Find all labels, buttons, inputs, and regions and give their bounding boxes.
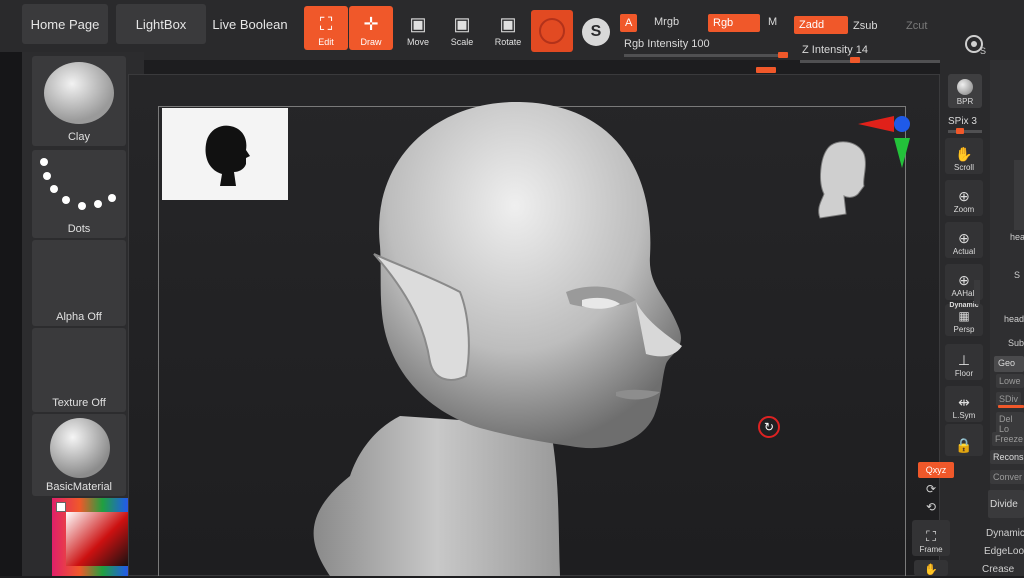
silhouette-thumbnail[interactable]: [162, 108, 288, 200]
move-view-button[interactable]: ✋: [914, 560, 948, 576]
spix-slider[interactable]: [948, 130, 982, 133]
clay-brush-icon: [44, 62, 114, 124]
zoom-icon: ⊕: [958, 188, 970, 204]
symmetry-icon: ⇹: [958, 394, 970, 410]
scale-button[interactable]: ▣ Scale: [440, 6, 484, 50]
color-square[interactable]: [66, 512, 130, 566]
rotate-icon: ▣: [499, 14, 517, 34]
bpr-button[interactable]: BPR: [948, 74, 982, 108]
spix-knob[interactable]: [956, 128, 964, 134]
svg-text:S: S: [980, 46, 986, 56]
local-symmetry-button[interactable]: ⇹ L.Sym: [945, 386, 983, 422]
rgb-intensity-knob[interactable]: [778, 52, 788, 58]
material-sphere-icon: [50, 418, 110, 478]
m-toggle[interactable]: M: [768, 16, 777, 28]
rgb-intensity-slider[interactable]: [624, 54, 786, 57]
rgb-toggle[interactable]: Rgb: [708, 14, 760, 32]
geometry-section[interactable]: Geo: [994, 356, 1024, 372]
actual-icon: ⊕: [958, 230, 970, 246]
move-button[interactable]: ▣ Move: [396, 6, 440, 50]
sdiv-slider[interactable]: SDiv: [996, 392, 1022, 406]
sphere-icon: [539, 18, 565, 44]
texture-selector[interactable]: Texture Off: [32, 328, 126, 412]
stroke-selector[interactable]: Dots: [32, 150, 126, 238]
lower-res-button[interactable]: Lowe: [996, 374, 1024, 388]
crease-label[interactable]: Crease: [982, 564, 1014, 575]
axis-gizmo-icon[interactable]: [858, 112, 914, 172]
persp-button[interactable]: Dynamic ▦ Persp: [945, 302, 983, 336]
frame-button[interactable]: ⛶ Frame: [912, 520, 950, 556]
palette-scroll-button[interactable]: [1014, 160, 1024, 230]
dots-stroke-icon: [40, 158, 116, 210]
draw-button[interactable]: ✛ Draw: [349, 6, 393, 50]
brush-size-knob[interactable]: [756, 67, 776, 73]
home-page-button[interactable]: Home Page: [22, 4, 108, 44]
freeze-button[interactable]: Freeze: [992, 432, 1024, 446]
mrgb-toggle[interactable]: Mrgb: [654, 16, 679, 28]
sdiv-slider-fill: [998, 405, 1024, 408]
rotate-z-icon[interactable]: ⟲: [926, 500, 936, 514]
scroll-button[interactable]: ✋ Scroll: [945, 138, 983, 174]
floor-button[interactable]: ⊥ Floor: [945, 344, 983, 380]
heads-label: head: [1004, 314, 1024, 324]
lightbox-button[interactable]: LightBox: [116, 4, 206, 44]
a-mode-button[interactable]: A: [620, 14, 638, 32]
spix-label[interactable]: SPix 3: [948, 116, 977, 127]
floor-icon: ⊥: [957, 352, 971, 368]
actual-button[interactable]: ⊕ Actual: [945, 222, 983, 258]
sculptris-pro-button[interactable]: [531, 10, 573, 52]
bpr-sphere-icon: [957, 79, 973, 95]
lock-icon: 🔒: [955, 437, 973, 453]
edit-button[interactable]: ⛶ Edit: [304, 6, 348, 50]
lock-button[interactable]: 🔒: [945, 424, 983, 456]
gizmo-icon: S: [590, 23, 602, 40]
head-label: hea: [1010, 232, 1024, 242]
move-icon: ▣: [409, 14, 427, 34]
s-label: S: [1014, 270, 1021, 280]
material-selector[interactable]: BasicMaterial: [32, 414, 126, 496]
head-silhouette-icon: [205, 125, 250, 186]
live-boolean-button[interactable]: Live Boolean: [210, 4, 290, 44]
rotate-button[interactable]: ▣ Rotate: [486, 6, 530, 50]
aahalf-icon: ⊕: [958, 272, 970, 288]
rotate-y-icon[interactable]: ⟳: [926, 482, 936, 496]
zadd-toggle[interactable]: Zadd: [794, 16, 848, 34]
settings-icon[interactable]: S: [962, 30, 990, 58]
edit-icon: ⛶: [319, 14, 333, 34]
left-tray: [0, 52, 22, 576]
subtool-label[interactable]: Sub: [1008, 338, 1024, 348]
move-hand-icon: ✋: [924, 564, 938, 576]
divide-button[interactable]: Divide: [988, 490, 1024, 518]
rgb-intensity-label: Rgb Intensity 100: [624, 38, 710, 50]
gizmo-toggle-button[interactable]: S: [582, 18, 610, 46]
main-color-chip[interactable]: [56, 502, 66, 512]
brush-selector[interactable]: Clay: [32, 56, 126, 146]
zsub-toggle[interactable]: Zsub: [853, 20, 877, 32]
z-intensity-knob[interactable]: [850, 57, 860, 63]
qxyz-button[interactable]: Qxyz: [918, 462, 954, 478]
grid-perspective-icon: ▦: [958, 309, 970, 323]
alpha-selector[interactable]: Alpha Off: [32, 240, 126, 326]
hand-icon: ✋: [955, 146, 973, 162]
sculpted-head-model[interactable]: [290, 96, 710, 576]
reconstruct-button[interactable]: Recons: [990, 450, 1024, 464]
z-intensity-label: Z Intensity 14: [802, 44, 869, 56]
edgeloop-label[interactable]: EdgeLoop: [984, 546, 1024, 557]
frame-icon: ⛶: [926, 528, 936, 544]
scale-icon: ▣: [453, 14, 471, 34]
z-intensity-slider[interactable]: [800, 60, 940, 63]
right-tray-handle[interactable]: [974, 280, 980, 304]
convert-button[interactable]: Conver: [990, 470, 1024, 484]
dynamic-subdiv-label[interactable]: Dynamic: [986, 528, 1024, 539]
rotate-cursor-icon: ↻: [758, 416, 780, 438]
draw-icon: ✛: [363, 14, 379, 34]
zcut-toggle[interactable]: Zcut: [906, 20, 927, 32]
zoom-button[interactable]: ⊕ Zoom: [945, 180, 983, 216]
